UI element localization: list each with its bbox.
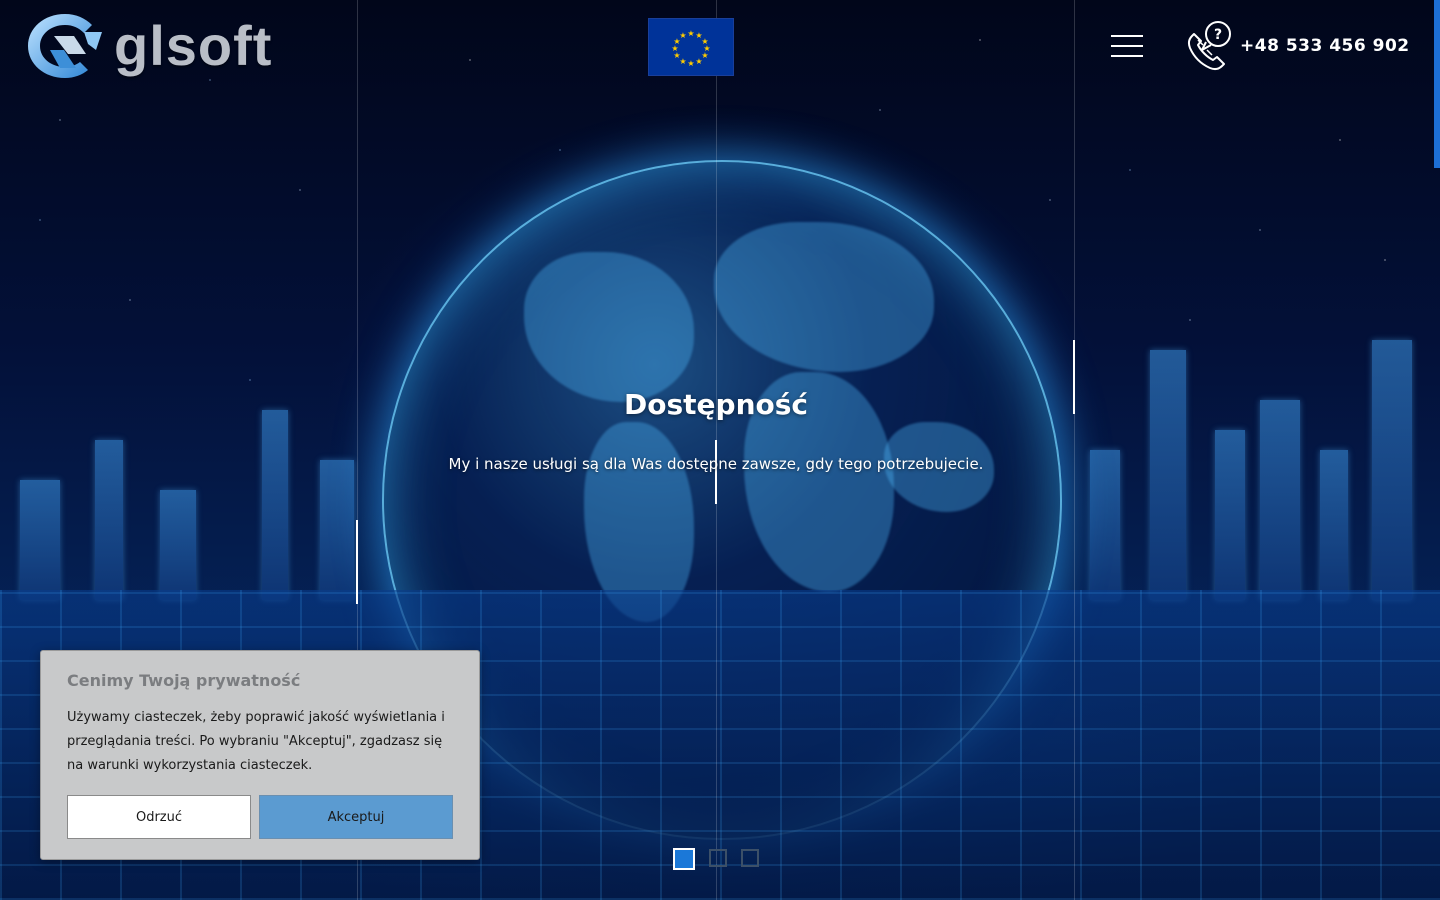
city-tower — [320, 460, 354, 600]
glsoft-logo-mark-icon — [28, 14, 102, 78]
svg-text:★: ★ — [687, 59, 694, 68]
accept-cookies-button[interactable]: Akceptuj — [259, 795, 453, 839]
cookie-buttons: Odrzuć Akceptuj — [67, 795, 453, 839]
eu-stars: ★ ★ ★ ★ ★ ★ ★ ★ ★ ★ ★ ★ — [671, 29, 710, 68]
reject-cookies-button[interactable]: Odrzuć — [67, 795, 251, 839]
slide-title: Dostępność — [624, 388, 808, 421]
column-marker — [356, 520, 358, 604]
city-tower — [262, 410, 288, 600]
slider-dot-3[interactable] — [741, 849, 759, 867]
phone-number: +48 533 456 902 — [1240, 36, 1410, 56]
scroll-indicator — [1434, 0, 1440, 168]
cookie-consent-banner: Cenimy Twoją prywatność Używamy ciastecz… — [40, 650, 480, 860]
column-divider — [1074, 0, 1075, 900]
cookie-title: Cenimy Twoją prywatność — [67, 671, 301, 690]
city-tower — [20, 480, 60, 600]
svg-text:?: ? — [1214, 27, 1222, 43]
slider-pagination — [673, 848, 759, 870]
city-tower — [1260, 400, 1300, 600]
svg-text:★: ★ — [679, 31, 686, 40]
logo-wordmark: glsoft — [114, 14, 273, 77]
slider-dot-1[interactable] — [673, 848, 695, 870]
svg-text:★: ★ — [695, 57, 702, 66]
eu-flag-icon: ★ ★ ★ ★ ★ ★ ★ ★ ★ ★ ★ ★ — [648, 18, 734, 76]
hero-slider: glsoft ★ ★ ★ ★ ★ ★ ★ ★ ★ ★ ★ ★ ? +48 533… — [0, 0, 1440, 900]
svg-text:★: ★ — [687, 29, 694, 38]
cookie-text: Używamy ciasteczek, żeby poprawić jakość… — [67, 710, 445, 773]
slider-dot-2[interactable] — [709, 849, 727, 867]
city-tower — [160, 490, 196, 600]
hamburger-menu-icon[interactable] — [1111, 35, 1143, 57]
phone-link[interactable]: ? +48 533 456 902 — [1182, 20, 1410, 72]
phone-question-icon: ? — [1187, 21, 1231, 71]
site-logo[interactable]: glsoft — [24, 10, 272, 82]
slide-description: My i nasze usługi są dla Was dostępne za… — [448, 455, 984, 473]
